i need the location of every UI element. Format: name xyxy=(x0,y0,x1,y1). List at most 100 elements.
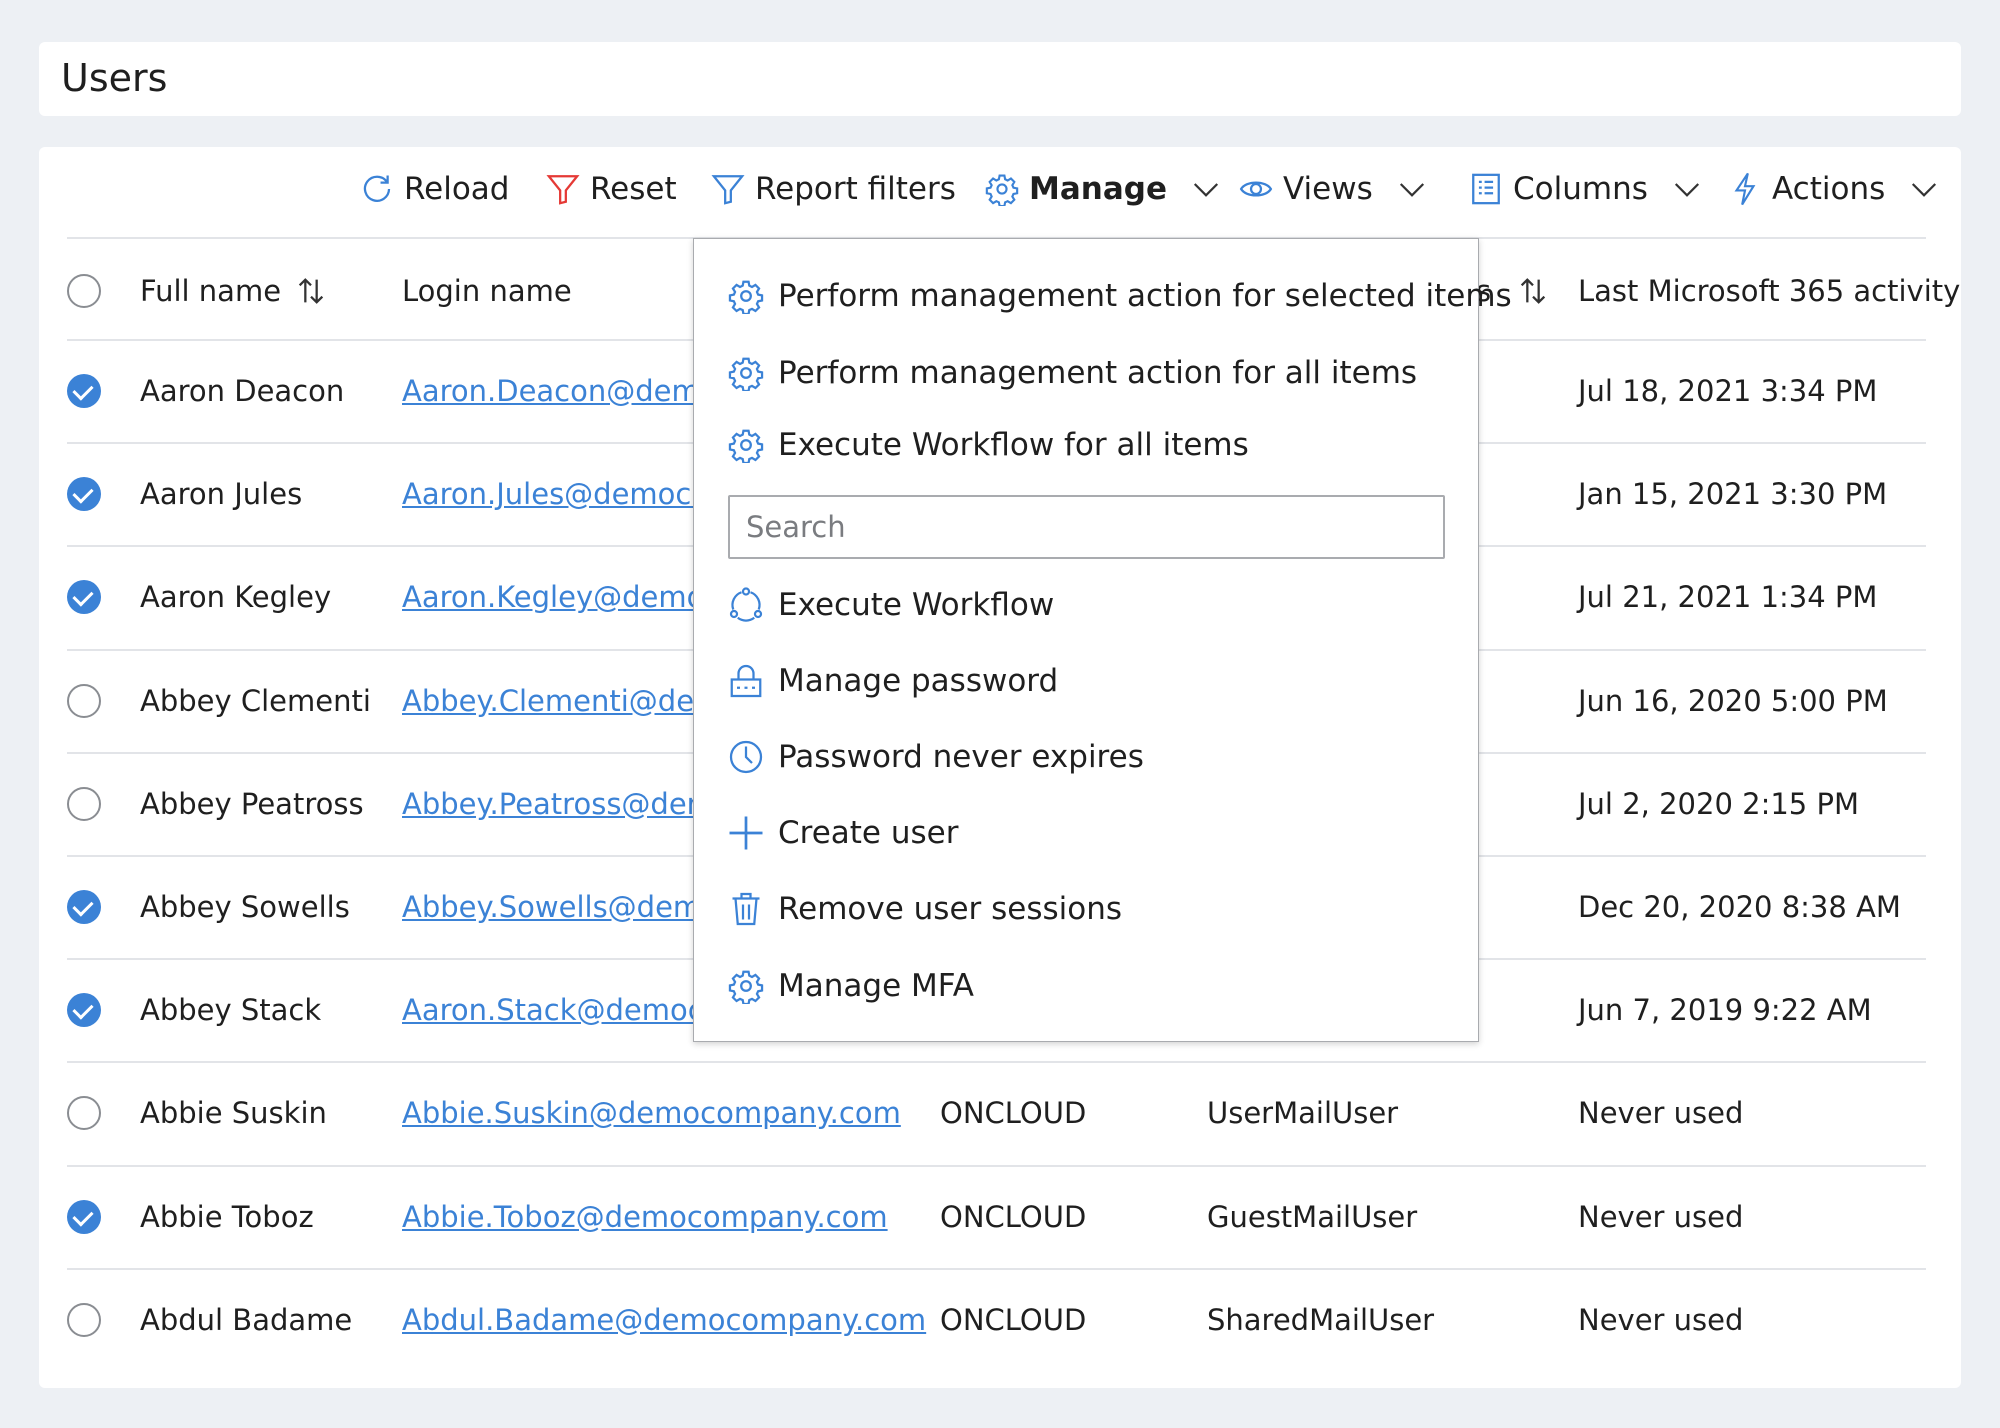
menu-item-label: Create user xyxy=(778,815,959,851)
row-checkbox[interactable] xyxy=(67,786,101,821)
menu-item-label: Perform management action for all items xyxy=(778,355,1418,391)
column-header-last-activity[interactable]: Last Microsoft 365 activity xyxy=(1578,274,1960,308)
manage-dropdown-button[interactable]: Manage xyxy=(985,168,1221,210)
page-title: Users xyxy=(61,56,168,100)
source-cell: ONCLOUD xyxy=(940,1096,1087,1131)
page-header: Users xyxy=(39,42,1961,116)
reload-label: Reload xyxy=(404,171,510,207)
columns-label: Columns xyxy=(1513,171,1648,207)
full-name-cell: Abbey Stack xyxy=(140,993,322,1028)
column-header-login-name[interactable]: Login name xyxy=(402,274,572,308)
lightning-icon xyxy=(1734,172,1756,206)
full-name-cell: Aaron Deacon xyxy=(140,374,345,408)
full-name-cell: Abbey Peatross xyxy=(140,786,364,821)
eye-icon xyxy=(1239,181,1273,197)
menu-item-password-never-expires[interactable]: Password never expires xyxy=(728,739,1144,775)
menu-item-create-user[interactable]: Create user xyxy=(728,815,958,851)
type-cell: GuestMailUser xyxy=(1207,1199,1418,1234)
full-name-cell: Aaron Jules xyxy=(140,477,303,512)
row-checkbox[interactable] xyxy=(67,1302,101,1337)
row-checkbox[interactable] xyxy=(67,477,101,512)
trash-icon xyxy=(732,892,760,926)
menu-item-label: Manage MFA xyxy=(778,968,974,1004)
manage-label: Manage xyxy=(1029,171,1167,207)
row-checkbox[interactable] xyxy=(67,1199,101,1234)
last-activity-cell: Dec 20, 2020 8:38 AM xyxy=(1578,890,1901,924)
source-cell: ONCLOUD xyxy=(940,1199,1087,1234)
menu-search-input[interactable] xyxy=(728,495,1445,559)
last-activity-cell: Never used xyxy=(1578,1096,1744,1131)
row-checkbox[interactable] xyxy=(67,374,101,408)
report-filters-label: Report filters xyxy=(755,171,956,207)
last-activity-cell: Jul 21, 2021 1:34 PM xyxy=(1578,580,1878,615)
row-checkbox[interactable] xyxy=(67,1096,101,1131)
chevron-down-icon xyxy=(1397,174,1427,204)
sort-icon[interactable] xyxy=(294,274,328,308)
last-activity-cell: Jul 2, 2020 2:15 PM xyxy=(1578,786,1859,821)
last-activity-cell: Jul 18, 2021 3:34 PM xyxy=(1578,374,1878,408)
menu-item-label: Execute Workflow for all items xyxy=(778,427,1249,463)
row-checkbox[interactable] xyxy=(67,890,101,924)
menu-item-label: Perform management action for selected i… xyxy=(778,278,1512,314)
actions-dropdown-button[interactable]: Actions xyxy=(1728,168,1939,210)
login-name-link[interactable]: Aaron.Deacon@demo xyxy=(402,374,718,408)
menu-item-perform-management-action-for-all-items[interactable]: Perform management action for all items xyxy=(728,355,1417,391)
login-name-link[interactable]: Abbey.Peatross@dem xyxy=(402,787,715,821)
menu-item-manage-mfa[interactable]: Manage MFA xyxy=(728,968,974,1004)
menu-item-label: Manage password xyxy=(778,663,1059,699)
select-all-checkbox[interactable] xyxy=(67,274,101,308)
last-activity-cell: Jan 15, 2021 3:30 PM xyxy=(1578,477,1888,512)
gear-icon xyxy=(728,278,764,314)
login-name-link[interactable]: Abbie.Suskin@democompany.com xyxy=(402,1096,901,1130)
views-dropdown-button[interactable]: Views xyxy=(1239,168,1427,210)
row-checkbox[interactable] xyxy=(67,993,101,1028)
clock-icon xyxy=(729,740,763,774)
filter-reset-icon xyxy=(546,175,580,205)
reset-button[interactable]: Reset xyxy=(546,168,677,210)
row-divider xyxy=(67,1061,1926,1064)
password-lock-icon xyxy=(730,664,762,698)
full-name-cell: Abbey Clementi xyxy=(140,683,371,718)
login-name-link[interactable]: Aaron.Kegley@democ xyxy=(402,580,720,614)
reload-icon xyxy=(363,175,391,202)
full-name-cell: Abbie Suskin xyxy=(140,1096,327,1131)
row-checkbox[interactable] xyxy=(67,580,101,615)
chevron-down-icon xyxy=(1672,174,1702,204)
login-name-link[interactable]: Abbey.Sowells@demo xyxy=(402,890,719,924)
source-cell: ONCLOUD xyxy=(940,1302,1087,1337)
gear-icon xyxy=(728,968,764,1004)
menu-item-remove-user-sessions[interactable]: Remove user sessions xyxy=(728,891,1122,927)
login-name-link[interactable]: Aaron.Jules@democo xyxy=(402,477,709,511)
row-checkbox[interactable] xyxy=(67,683,101,718)
type-cell: SharedMailUser xyxy=(1207,1302,1435,1337)
menu-item-perform-management-action-for-selected-items[interactable]: Perform management action for selected i… xyxy=(728,278,1512,314)
plus-icon xyxy=(729,816,763,850)
row-divider xyxy=(67,1164,1926,1167)
sort-icon[interactable] xyxy=(1516,274,1550,308)
login-name-link[interactable]: Aaron.Stack@democo xyxy=(402,993,721,1027)
row-divider xyxy=(67,1267,1926,1270)
login-name-link[interactable]: Abbey.Clementi@dem xyxy=(402,684,722,718)
menu-item-execute-workflow[interactable]: Execute Workflow xyxy=(728,587,1054,623)
menu-item-manage-password[interactable]: Manage password xyxy=(728,663,1058,699)
gear-icon xyxy=(728,355,764,391)
report-filters-button[interactable]: Report filters xyxy=(711,168,956,210)
full-name-cell: Aaron Kegley xyxy=(140,580,332,615)
full-name-cell: Abbie Toboz xyxy=(140,1199,314,1234)
chevron-down-icon xyxy=(1191,174,1221,204)
workflow-icon xyxy=(729,587,763,622)
full-name-cell: Abbey Sowells xyxy=(140,890,350,924)
full-name-cell: Abdul Badame xyxy=(140,1302,353,1337)
actions-label: Actions xyxy=(1772,171,1886,207)
last-activity-cell: Never used xyxy=(1578,1199,1744,1234)
columns-dropdown-button[interactable]: Columns xyxy=(1469,168,1702,210)
login-name-link[interactable]: Abbie.Toboz@democompany.com xyxy=(402,1200,888,1234)
menu-item-label: Password never expires xyxy=(778,739,1144,775)
chevron-down-icon xyxy=(1909,174,1939,204)
column-header-full-name[interactable]: Full name xyxy=(140,274,281,308)
views-label: Views xyxy=(1283,171,1373,207)
last-activity-cell: Jun 7, 2019 9:22 AM xyxy=(1578,993,1872,1028)
menu-item-execute-workflow-for-all-items[interactable]: Execute Workflow for all items xyxy=(728,427,1249,463)
login-name-link[interactable]: Abdul.Badame@democompany.com xyxy=(402,1303,926,1337)
reload-button[interactable]: Reload xyxy=(360,168,509,210)
